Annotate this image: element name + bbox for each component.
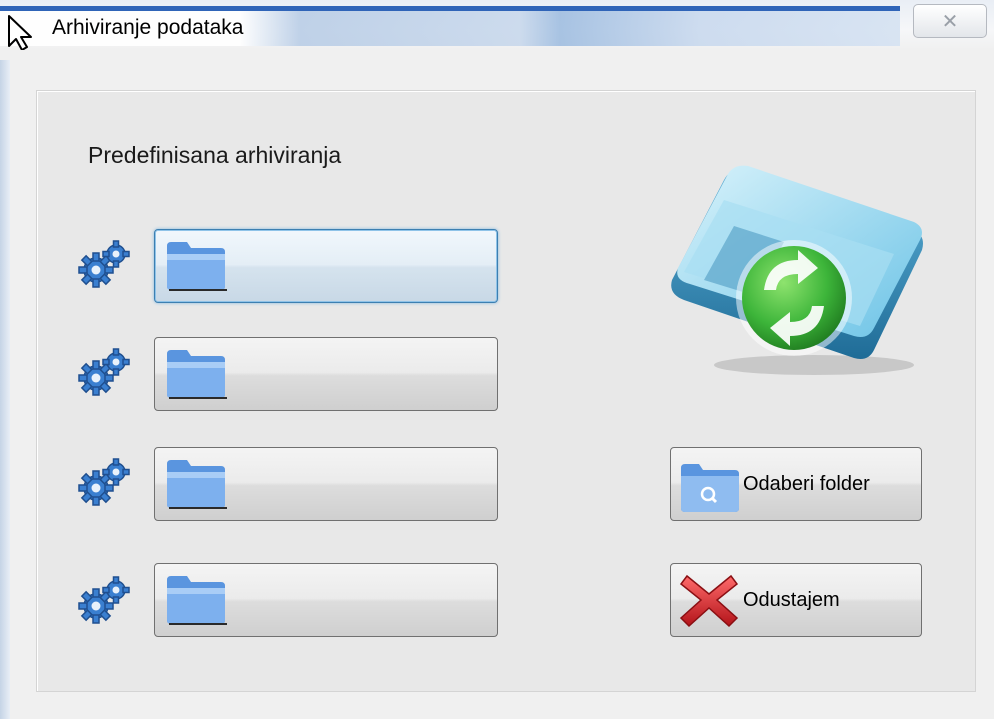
- archive-slot-button-1[interactable]: [154, 229, 498, 303]
- folder-search-icon: [681, 464, 739, 512]
- gears-icon[interactable]: [76, 456, 134, 508]
- folder-icon: [167, 460, 227, 509]
- close-icon: ✕: [941, 10, 959, 33]
- mouse-cursor-icon: [8, 15, 32, 50]
- archive-sync-icon: [671, 165, 923, 375]
- red-x-icon: [679, 574, 739, 628]
- gears-icon[interactable]: [76, 346, 134, 398]
- cancel-label: Odustajem: [743, 589, 840, 611]
- window-frame-left: [0, 60, 10, 719]
- section-title: Predefinisana arhiviranja: [88, 142, 342, 168]
- choose-folder-label: Odaberi folder: [743, 473, 870, 495]
- choose-folder-button[interactable]: Odaberi folder: [670, 447, 922, 521]
- title-bar-accent: [0, 6, 900, 11]
- folder-icon: [167, 350, 227, 399]
- archive-slot-button-3[interactable]: [154, 447, 498, 521]
- folder-icon: [167, 242, 227, 291]
- title-bar: Arhiviranje podataka ✕: [0, 0, 994, 50]
- archive-slot-button-4[interactable]: [154, 563, 498, 637]
- close-button[interactable]: ✕: [913, 4, 987, 38]
- gears-icon[interactable]: [76, 574, 134, 626]
- folder-icon: [167, 576, 227, 625]
- gears-icon[interactable]: [76, 238, 134, 290]
- cancel-button[interactable]: Odustajem: [670, 563, 922, 637]
- archive-slot-button-2[interactable]: [154, 337, 498, 411]
- window-title: Arhiviranje podataka: [52, 16, 244, 39]
